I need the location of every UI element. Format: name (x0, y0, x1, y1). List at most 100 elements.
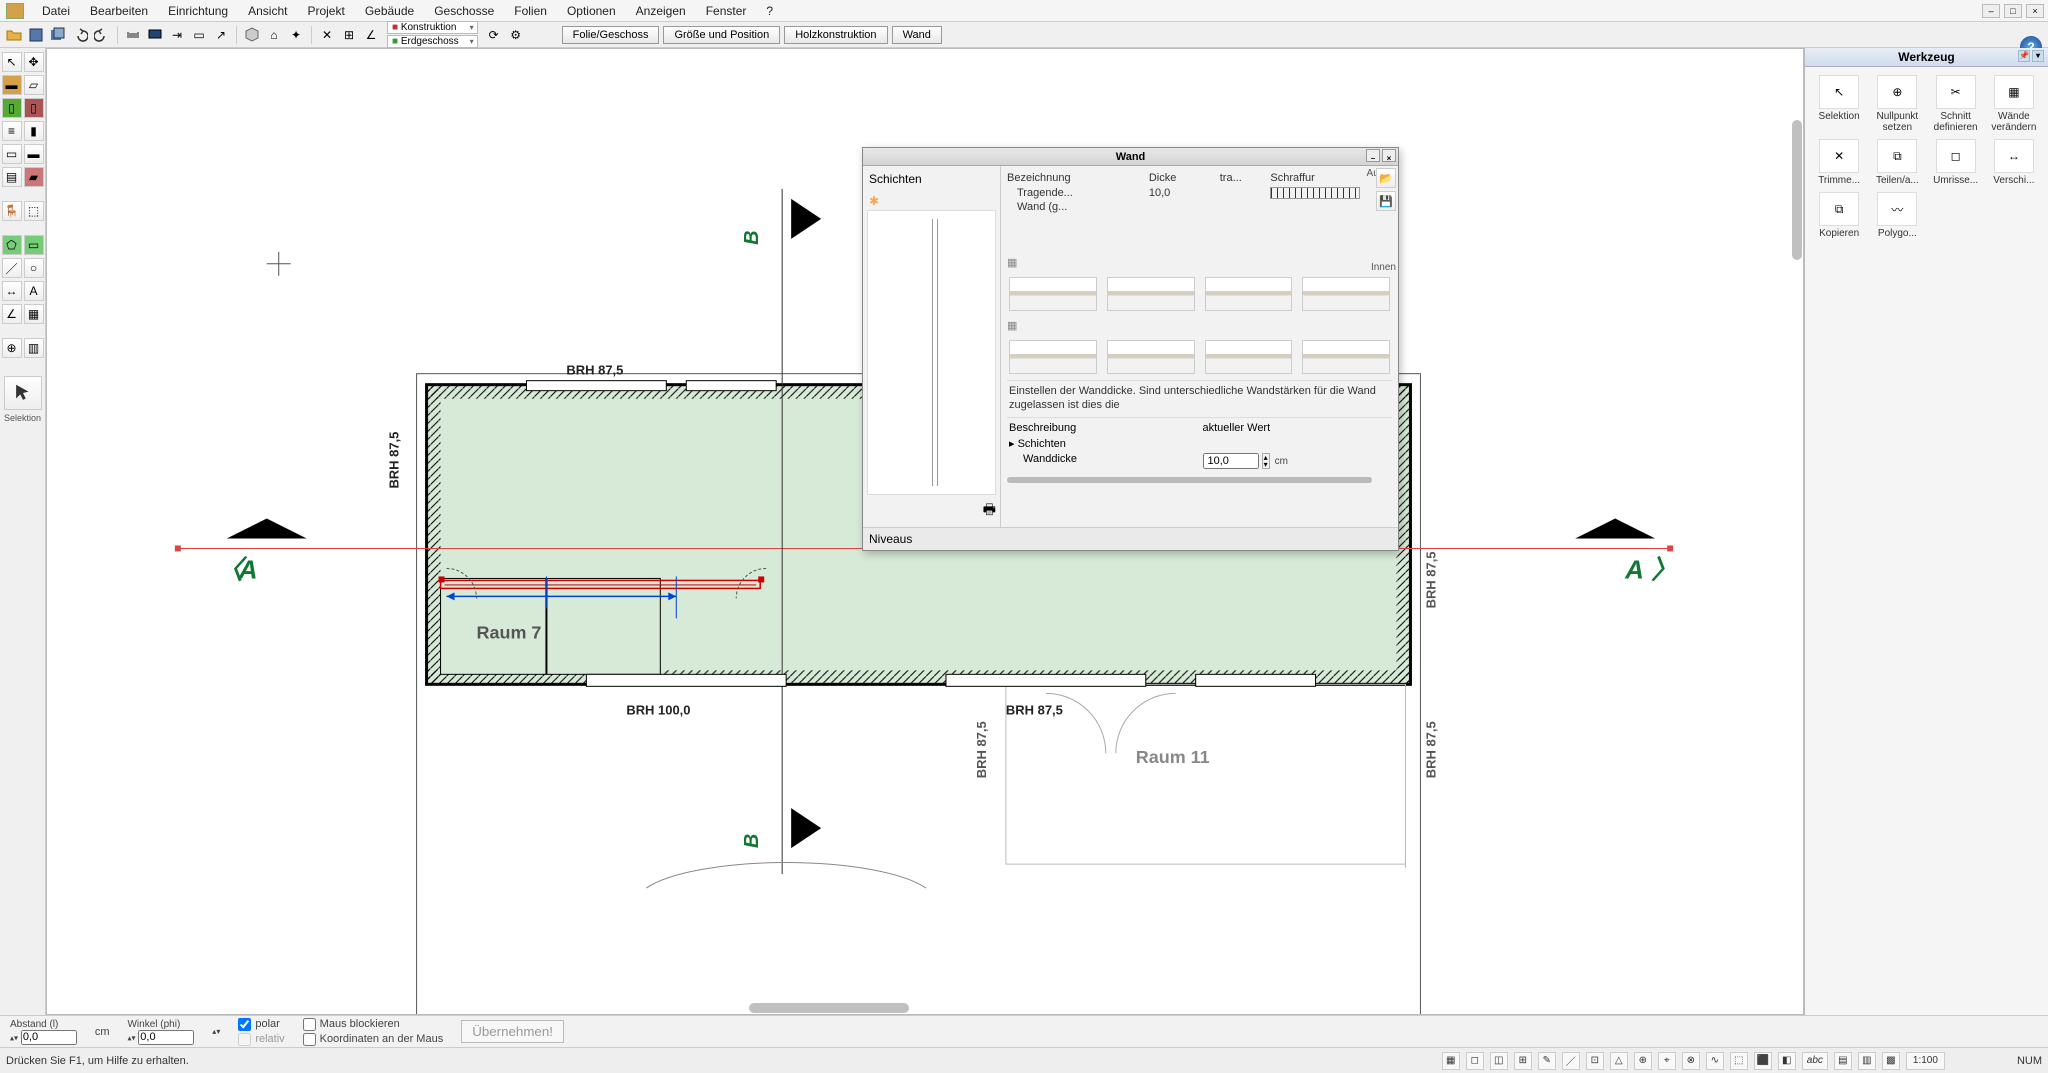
measure-icon[interactable]: ↗ (211, 25, 231, 45)
chair-icon[interactable]: 🪑 (2, 201, 22, 221)
stair-tool-icon[interactable]: ≡ (2, 121, 22, 141)
window-restore-icon[interactable]: □ (2004, 4, 2022, 18)
menu-geschosse[interactable]: Geschosse (424, 2, 504, 20)
tool-umrisse[interactable]: ◻Umrisse... (1930, 139, 1982, 186)
winkel-input[interactable] (138, 1030, 194, 1045)
wall-thumb-4[interactable] (1302, 277, 1390, 311)
menu-anzeigen[interactable]: Anzeigen (626, 2, 696, 20)
roof-tool-icon[interactable]: ▱ (24, 75, 44, 95)
ceiling-tool-icon[interactable]: ▤ (2, 167, 22, 187)
open-icon[interactable] (4, 25, 24, 45)
panel-pin-icon[interactable]: 📌 (2018, 50, 2030, 62)
wanddicke-input[interactable] (1203, 453, 1259, 469)
wand-button[interactable]: Wand (892, 26, 942, 44)
poly-tool-icon[interactable]: ⬠ (2, 235, 22, 255)
tool-selektion[interactable]: ↖Selektion (1813, 75, 1865, 133)
slab-tool-icon[interactable]: ▬ (24, 144, 44, 164)
horizontal-scrollbar[interactable] (749, 1003, 909, 1013)
status-icon-8[interactable]: △ (1610, 1052, 1628, 1070)
library-icon[interactable]: ▥ (24, 338, 44, 358)
status-icon-4[interactable]: ⊞ (1514, 1052, 1532, 1070)
layer-row-0[interactable]: Tragende... 10,0 (1007, 186, 1392, 200)
door-tool-icon[interactable]: ▯ (24, 98, 44, 118)
snap-icon[interactable]: ✕ (317, 25, 337, 45)
status-icon-13[interactable]: ⬚ (1730, 1052, 1748, 1070)
menu-fenster[interactable]: Fenster (696, 2, 757, 20)
menu-ansicht[interactable]: Ansicht (238, 2, 297, 20)
dialog-close-icon[interactable]: × (1382, 149, 1396, 162)
maus-block-checkbox[interactable]: Maus blockieren (303, 1018, 444, 1031)
scale-display[interactable]: 1:100 (1906, 1052, 1945, 1070)
relativ-checkbox[interactable]: relativ (238, 1033, 284, 1046)
dlg-save-icon[interactable]: 💾 (1376, 191, 1396, 211)
koord-checkbox[interactable]: Koordinaten an der Maus (303, 1033, 444, 1046)
status-icon-3[interactable]: ◫ (1490, 1052, 1508, 1070)
vertical-scrollbar[interactable] (1792, 120, 1802, 260)
window-minimize-icon[interactable]: – (1982, 4, 2000, 18)
status-icon-16[interactable]: ▤ (1834, 1052, 1852, 1070)
status-icon-12[interactable]: ∿ (1706, 1052, 1724, 1070)
status-icon-11[interactable]: ⊗ (1682, 1052, 1700, 1070)
wall-thumb-5[interactable] (1009, 340, 1097, 374)
grid-icon[interactable]: ⊞ (339, 25, 359, 45)
print-preview-icon[interactable]: 🖶 (983, 501, 996, 517)
abstand-input[interactable] (21, 1030, 77, 1045)
redo-icon[interactable] (92, 25, 112, 45)
tool-trimmen[interactable]: ✕Trimme... (1813, 139, 1865, 186)
niveaus-section[interactable]: Niveaus (863, 527, 1398, 550)
render-icon[interactable]: ✦ (286, 25, 306, 45)
menu-help[interactable]: ? (756, 2, 783, 20)
angle-icon[interactable]: ∠ (361, 25, 381, 45)
status-icon-5[interactable]: ✎ (1538, 1052, 1556, 1070)
tool-verschieben[interactable]: ↔Verschi... (1988, 139, 2040, 186)
dialog-titlebar[interactable]: Wand –× (863, 148, 1398, 166)
wall-thumb-3[interactable] (1205, 277, 1293, 311)
selection-tool[interactable] (4, 376, 42, 410)
menu-optionen[interactable]: Optionen (557, 2, 626, 20)
tool-waende[interactable]: ▦Wände verändern (1988, 75, 2040, 133)
undo-icon[interactable] (70, 25, 90, 45)
wall-thumb-7[interactable] (1205, 340, 1293, 374)
terrain-tool-icon[interactable]: ▰ (24, 167, 44, 187)
tool-nullpunkt[interactable]: ⊕Nullpunkt setzen (1871, 75, 1923, 133)
menu-folien[interactable]: Folien (504, 2, 557, 20)
export-icon[interactable]: ⇥ (167, 25, 187, 45)
status-icon-10[interactable]: ⌖ (1658, 1052, 1676, 1070)
status-icon-9[interactable]: ⊕ (1634, 1052, 1652, 1070)
status-icon-6[interactable]: ／ (1562, 1052, 1580, 1070)
save-all-icon[interactable] (48, 25, 68, 45)
cursor-icon[interactable]: ↖ (2, 52, 22, 72)
settings-icon[interactable]: ⚙ (506, 25, 526, 45)
refresh-icon[interactable]: ⟳ (484, 25, 504, 45)
dlg-open-icon[interactable]: 📂 (1376, 168, 1396, 188)
3d-view-icon[interactable] (242, 25, 262, 45)
wall-tool-icon[interactable]: ▬ (2, 75, 22, 95)
panel-opts-icon[interactable]: ▾ (2032, 50, 2044, 62)
status-icon-17[interactable]: ▥ (1858, 1052, 1876, 1070)
groesse-button[interactable]: Größe und Position (663, 26, 780, 44)
dialog-scrollbar[interactable] (1007, 477, 1372, 483)
menu-gebaude[interactable]: Gebäude (355, 2, 424, 20)
dim-tool-icon[interactable]: ↔ (2, 281, 22, 301)
perspective-icon[interactable]: ⌂ (264, 25, 284, 45)
status-icon-1[interactable]: ▦ (1442, 1052, 1460, 1070)
dialog-min-icon[interactable]: – (1366, 149, 1380, 162)
screen-icon[interactable] (145, 25, 165, 45)
beam-tool-icon[interactable]: ▭ (2, 144, 22, 164)
uebernehmen-button[interactable]: Übernehmen! (461, 1020, 564, 1043)
print-icon[interactable] (123, 25, 143, 45)
floor-combo[interactable]: ■ Erdgeschoss (387, 35, 478, 48)
text-tool-icon[interactable]: A (24, 281, 44, 301)
wall-thumb-8[interactable] (1302, 340, 1390, 374)
polar-checkbox[interactable]: polar (238, 1018, 284, 1031)
status-icon-abc[interactable]: abc (1802, 1052, 1828, 1070)
wall-thumb-6[interactable] (1107, 340, 1195, 374)
status-icon-14[interactable]: ⬛ (1754, 1052, 1772, 1070)
tool-polygon[interactable]: 〰Polygo... (1871, 192, 1923, 239)
spinner-icon[interactable]: ▴▾ (1262, 453, 1270, 469)
holz-button[interactable]: Holzkonstruktion (784, 26, 887, 44)
line-tool-icon[interactable]: ／ (2, 258, 22, 278)
status-icon-2[interactable]: ◻ (1466, 1052, 1484, 1070)
status-icon-7[interactable]: ⊡ (1586, 1052, 1604, 1070)
status-icon-18[interactable]: ▩ (1882, 1052, 1900, 1070)
